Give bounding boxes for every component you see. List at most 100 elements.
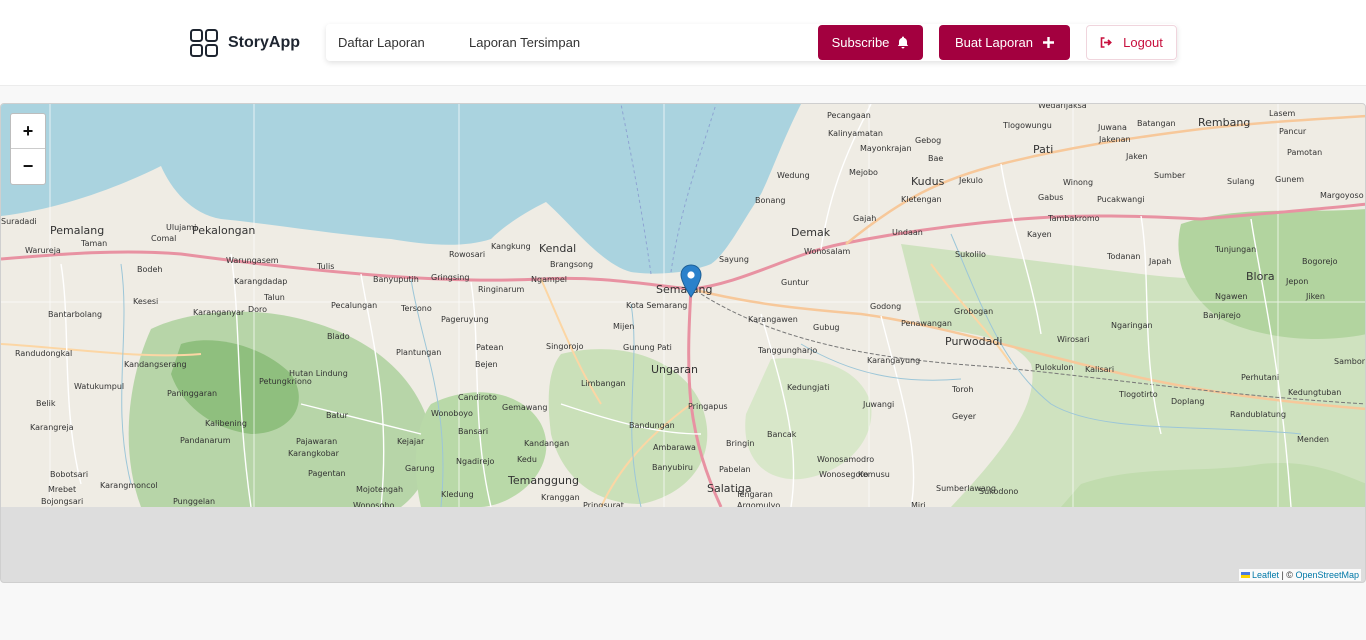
map-place-label: Jepon bbox=[1285, 277, 1308, 286]
map-place-label: Tulis bbox=[316, 262, 334, 271]
map-place-label: Jiken bbox=[1305, 292, 1325, 301]
map-place-label: Blado bbox=[327, 332, 350, 341]
map-place-label: Kranggan bbox=[541, 493, 580, 502]
map-place-label: Petungkriono bbox=[259, 377, 312, 386]
plus-icon bbox=[1043, 37, 1055, 48]
map-place-label: Talun bbox=[263, 293, 285, 302]
brand[interactable]: StoryApp bbox=[190, 29, 300, 57]
map-place-label: Pancur bbox=[1279, 127, 1307, 136]
map-place-label: Randublatung bbox=[1230, 410, 1286, 419]
create-report-label: Buat Laporan bbox=[954, 35, 1034, 50]
map-place-label: Pulokulon bbox=[1035, 363, 1074, 372]
map-place-label: Bandungan bbox=[629, 421, 675, 430]
map-place-label: Karangdadap bbox=[234, 277, 287, 286]
subscribe-button[interactable]: Subscribe bbox=[818, 25, 923, 60]
create-report-button[interactable]: Buat Laporan bbox=[939, 25, 1070, 60]
map-place-label: Tanggungharjo bbox=[757, 346, 817, 355]
map-place-label: Mrebet bbox=[48, 485, 76, 494]
map-tiles[interactable]: Pemalang Pekalongan Kendal Semarang Demak Kud… bbox=[1, 104, 1365, 507]
map-place-label: Banjarejo bbox=[1203, 311, 1241, 320]
zoom-out-button[interactable]: − bbox=[11, 149, 45, 184]
map-place-label: Kedu bbox=[517, 455, 537, 464]
map-place-label: Kesesi bbox=[133, 297, 158, 306]
map-place-label: Kandangserang bbox=[124, 360, 187, 369]
map-place-label: Winong bbox=[1063, 178, 1093, 187]
nav-link-daftar-laporan[interactable]: Daftar Laporan bbox=[338, 35, 425, 50]
map-place-label: Pecalungan bbox=[331, 301, 377, 310]
map-place-label: Bogorejo bbox=[1302, 257, 1338, 266]
map-place-label: Doplang bbox=[1171, 397, 1204, 406]
subscribe-label: Subscribe bbox=[831, 35, 890, 50]
map-place-label: Bantarbolang bbox=[48, 310, 102, 319]
leaflet-link[interactable]: Leaflet bbox=[1252, 570, 1279, 580]
map-place-label: Rembang bbox=[1198, 116, 1250, 129]
map-place-label: Karangkobar bbox=[288, 449, 340, 458]
map-place-label: Bobotsari bbox=[50, 470, 88, 479]
map-place-label: Miri bbox=[911, 501, 926, 507]
map-place-label: Kota Semarang bbox=[626, 301, 687, 310]
map-place-label: Ngadirejo bbox=[456, 457, 495, 466]
map-place-label: Juwangi bbox=[862, 400, 894, 409]
map-place-label: Gunung Pati bbox=[623, 343, 672, 352]
map-place-label: Banyuputih bbox=[373, 275, 419, 284]
zoom-in-button[interactable]: + bbox=[11, 114, 45, 149]
map-place-label: Geyer bbox=[952, 412, 977, 421]
map-place-label: Ngawen bbox=[1215, 292, 1248, 301]
map-place-label: Banyubiru bbox=[652, 463, 693, 472]
map-place-label: Bonang bbox=[755, 196, 786, 205]
map-attribution: Leaflet | © OpenStreetMap bbox=[1238, 569, 1361, 581]
map-place-label: Gunem bbox=[1275, 175, 1304, 184]
map-place-label: Kledung bbox=[441, 490, 474, 499]
map-place-label: Gabus bbox=[1038, 193, 1063, 202]
map-place-label: Ngampel bbox=[531, 275, 567, 284]
map-place-label: Lasem bbox=[1269, 109, 1295, 118]
map-place-label: Pandanarum bbox=[180, 436, 231, 445]
map-marker-icon[interactable] bbox=[680, 264, 702, 298]
map-place-label: Demak bbox=[791, 226, 831, 239]
map-place-label: Warureja bbox=[25, 246, 61, 255]
map-place-label: Japah bbox=[1148, 257, 1171, 266]
logout-button[interactable]: Logout bbox=[1086, 25, 1177, 60]
map-place-label: Tlogowungu bbox=[1002, 121, 1052, 130]
map-place-label: Watukumpul bbox=[74, 382, 124, 391]
map-place-label: Suradadi bbox=[1, 217, 37, 226]
map-place-label: Wonoboyo bbox=[431, 409, 473, 418]
map-place-label: Kalibening bbox=[205, 419, 247, 428]
map-place-label: Bansari bbox=[458, 427, 488, 436]
map-place-label: Karangreja bbox=[30, 423, 74, 432]
map-place-label: Undaan bbox=[892, 228, 923, 237]
map-place-label: Perhutani bbox=[1241, 373, 1279, 382]
map-place-label: Blora bbox=[1246, 270, 1275, 283]
map-place-label: Randudongkal bbox=[15, 349, 72, 358]
map-place-label: Pemalang bbox=[50, 224, 104, 237]
map-place-label: Bae bbox=[928, 154, 943, 163]
map-place-label: Batur bbox=[326, 411, 349, 420]
map-place-label: Limbangan bbox=[581, 379, 626, 388]
map-place-label: Jekulo bbox=[958, 176, 983, 185]
map-place-label: Pabelan bbox=[719, 465, 751, 474]
map-place-label: Mojotengah bbox=[356, 485, 403, 494]
map-place-label: Hutan Lindung bbox=[289, 369, 348, 378]
map-place-label: Toroh bbox=[951, 385, 974, 394]
map-place-label: Pucakwangi bbox=[1097, 195, 1145, 204]
map-place-label: Ungaran bbox=[651, 363, 698, 376]
map-place-label: Candiroto bbox=[458, 393, 497, 402]
map-place-label: Bringin bbox=[726, 439, 754, 448]
map-place-label: Gringsing bbox=[431, 273, 469, 282]
nav-link-laporan-tersimpan[interactable]: Laporan Tersimpan bbox=[469, 35, 580, 50]
map-place-label: Comal bbox=[151, 234, 176, 243]
map-place-label: Wedung bbox=[777, 171, 810, 180]
openstreetmap-link[interactable]: OpenStreetMap bbox=[1295, 570, 1359, 580]
map-place-label: Ulujami bbox=[166, 223, 196, 232]
map-place-label: Ringinarum bbox=[478, 285, 524, 294]
grid-icon bbox=[190, 29, 218, 57]
map-container[interactable]: Pemalang Pekalongan Kendal Semarang Demak Kud… bbox=[0, 103, 1366, 583]
bell-icon bbox=[897, 36, 909, 49]
attribution-separator: | © bbox=[1278, 570, 1296, 580]
map-place-label: Sukodono bbox=[979, 487, 1018, 496]
map-place-label: Wonosalam bbox=[804, 247, 850, 256]
map-place-label: Gemawang bbox=[502, 403, 547, 412]
map-place-label: Paninggaran bbox=[167, 389, 217, 398]
map-place-label: Ambarawa bbox=[653, 443, 696, 452]
map-place-label: Rowosari bbox=[449, 250, 485, 259]
